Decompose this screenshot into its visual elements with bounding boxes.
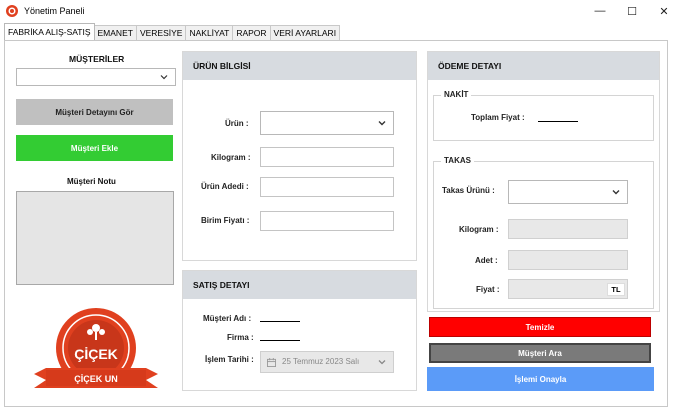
chevron-down-icon xyxy=(612,190,620,195)
trade-kilogram-input[interactable] xyxy=(508,219,628,239)
app-icon xyxy=(6,5,18,17)
payment-detail-header: ÖDEME DETAYI xyxy=(428,52,659,80)
transaction-date-label: İşlem Tarihi : xyxy=(205,355,254,364)
quantity-label: Ürün Adedi : xyxy=(201,182,249,191)
currency-label: TL xyxy=(607,283,625,296)
total-price-label: Toplam Fiyat : xyxy=(471,113,525,122)
logo-banner-text: ÇİÇEK UN xyxy=(74,374,118,384)
customer-note-title: Müşteri Notu xyxy=(67,177,116,186)
minimize-button[interactable]: — xyxy=(584,0,616,22)
tab-emanet[interactable]: EMANET xyxy=(93,25,137,40)
trade-quantity-label: Adet : xyxy=(475,256,498,265)
customers-title: MÜŞTERİLER xyxy=(69,54,125,64)
company-label: Firma : xyxy=(227,333,254,342)
product-info-header: ÜRÜN BİLGİSİ xyxy=(183,52,416,80)
tab-fabrika-alis-satis[interactable]: FABRİKA ALIŞ-SATIŞ xyxy=(4,23,95,40)
cicek-un-logo: ÇİÇEK ÇİÇEK UN xyxy=(34,308,158,388)
company-value xyxy=(260,340,300,341)
confirm-transaction-button[interactable]: İşlemi Onayla xyxy=(427,367,654,391)
chevron-down-icon xyxy=(160,75,168,80)
customer-note-textarea[interactable] xyxy=(16,191,174,285)
window-controls: — ☐ ✕ xyxy=(584,0,680,22)
kilogram-input[interactable] xyxy=(260,147,394,167)
cash-groupbox: NAKİT xyxy=(433,90,654,141)
tab-veresiye[interactable]: VERESİYE xyxy=(135,25,187,40)
customer-select[interactable] xyxy=(16,68,176,86)
tab-bar: FABRİKA ALIŞ-SATIŞ EMANET VERESİYE NAKLİ… xyxy=(4,23,341,41)
transaction-date-value: 25 Temmuz 2023 Salı xyxy=(282,357,360,366)
kilogram-label: Kilogram : xyxy=(211,153,251,162)
sale-detail-header: SATIŞ DETAYI xyxy=(183,271,416,299)
maximize-button[interactable]: ☐ xyxy=(616,0,648,22)
trade-group-title: TAKAS xyxy=(441,156,474,165)
clear-button[interactable]: Temizle xyxy=(429,317,651,337)
customer-detail-button[interactable]: Müşteri Detayını Gör xyxy=(16,99,173,125)
window-title: Yönetim Paneli xyxy=(24,6,85,16)
close-button[interactable]: ✕ xyxy=(648,0,680,22)
total-price-value xyxy=(538,121,578,122)
title-bar: Yönetim Paneli — ☐ ✕ xyxy=(0,0,680,22)
trade-kilogram-label: Kilogram : xyxy=(459,225,499,234)
quantity-input[interactable] xyxy=(260,177,394,197)
add-customer-button[interactable]: Müşteri Ekle xyxy=(16,135,173,161)
trade-product-select[interactable] xyxy=(508,180,628,204)
trade-product-label: Takas Ürünü : xyxy=(442,186,495,195)
customer-name-label: Müşteri Adı : xyxy=(203,314,252,323)
customer-name-value xyxy=(260,321,300,322)
chevron-down-icon xyxy=(378,360,386,365)
tab-panel: MÜŞTERİLER Müşteri Detayını Gör Müşteri … xyxy=(4,40,668,407)
tab-nakliyat[interactable]: NAKLİYAT xyxy=(185,25,234,40)
unit-price-label: Birim Fiyatı : xyxy=(201,216,250,225)
logo-name-text: ÇİÇEK xyxy=(74,346,118,362)
unit-price-input[interactable] xyxy=(260,211,394,231)
tab-rapor[interactable]: RAPOR xyxy=(232,25,271,40)
tab-veri-ayarlari[interactable]: VERİ AYARLARI xyxy=(269,25,341,40)
transaction-date-picker[interactable]: 25 Temmuz 2023 Salı xyxy=(260,351,394,373)
product-label: Ürün : xyxy=(225,119,249,128)
calendar-icon xyxy=(267,358,276,367)
trade-price-input[interactable]: TL xyxy=(508,279,628,299)
trade-quantity-input[interactable] xyxy=(508,250,628,270)
product-select[interactable] xyxy=(260,111,394,135)
chevron-down-icon xyxy=(378,121,386,126)
search-customer-button[interactable]: Müşteri Ara xyxy=(429,343,651,363)
cash-group-title: NAKİT xyxy=(441,90,472,99)
trade-price-label: Fiyat : xyxy=(476,285,500,294)
